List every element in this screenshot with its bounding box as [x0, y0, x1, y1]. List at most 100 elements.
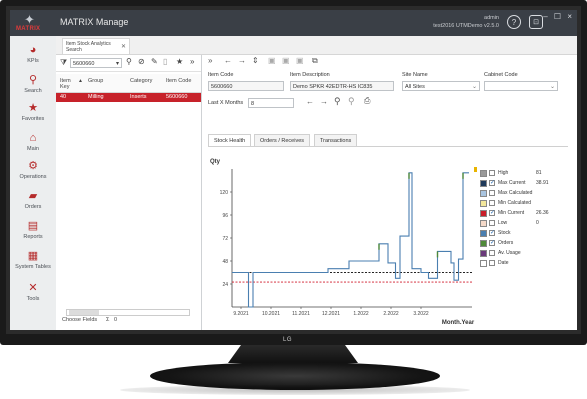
window-controls[interactable]: – ☐ × [543, 12, 574, 21]
sidebar-item-reports[interactable]: ▤ Reports [10, 220, 56, 240]
tab-subtitle: Search [66, 47, 82, 53]
sum-icon[interactable]: Σ [106, 317, 109, 323]
dropdown-arrow-icon[interactable]: ▾ [116, 60, 119, 67]
help-icon[interactable]: ? [507, 15, 521, 29]
sidebar-item-system-tables[interactable]: ▦ System Tables [10, 250, 56, 270]
legend-entry[interactable]: ✓ Stock [480, 229, 568, 239]
chevron-down-icon[interactable]: ⌄ [550, 82, 555, 92]
col-group[interactable]: Group [88, 78, 103, 84]
legend-swatch [480, 250, 487, 257]
next-period-icon[interactable]: → [320, 97, 328, 106]
table-row[interactable]: 40 Milling Inserts 5600660 [56, 93, 201, 102]
item-code-field[interactable]: 5600660 [208, 81, 284, 91]
legend-checkbox[interactable] [489, 200, 495, 206]
cabinet-code-select[interactable]: ⌄ [484, 81, 558, 91]
sidebar-item-label: Tools [26, 296, 40, 302]
horizontal-scrollbar[interactable] [66, 309, 190, 316]
legend-checkbox[interactable] [489, 220, 495, 226]
legend-checkbox[interactable]: ✓ [489, 230, 495, 236]
save-as-icon[interactable]: ▣ [282, 56, 290, 65]
col-item-key[interactable]: Item Key [60, 78, 78, 90]
back-arrow-icon[interactable]: ← [224, 56, 232, 65]
site-name-select[interactable]: All Sites ⌄ [402, 81, 480, 91]
cell-item-key: 40 [60, 94, 67, 100]
expand-icon[interactable]: » [208, 56, 212, 65]
x-tick-label: 11.2021 [292, 311, 310, 317]
sidebar-item-search[interactable]: ⚲ Search [10, 74, 56, 94]
search-icon[interactable]: ⚲ [126, 57, 132, 66]
sidebar-item-label: Orders [24, 204, 42, 210]
star-icon: ★ [28, 102, 38, 114]
legend-value: 26.36 [536, 210, 549, 216]
legend-entry[interactable]: ✓ Max Current 38.91 [480, 179, 568, 189]
legend-checkbox[interactable] [489, 190, 495, 196]
save-icon[interactable]: ▣ [268, 56, 276, 65]
user-info[interactable]: admin test2016 UTMDemo v2.5.0 [433, 14, 499, 30]
lock-icon[interactable]: ⊡ [529, 15, 543, 29]
legend-checkbox[interactable]: ✓ [489, 180, 495, 186]
logo-brand-text: MATRIX [16, 26, 41, 32]
filter-icon[interactable]: ⧩ [60, 58, 67, 68]
legend-entry[interactable]: High 81 [480, 169, 568, 179]
legend-swatch [480, 210, 487, 217]
clear-icon[interactable]: ⊘ [138, 57, 145, 66]
sidebar-item-operations[interactable]: ⚙ Operations [10, 160, 56, 180]
collapse-icon[interactable]: » [190, 57, 194, 66]
legend-swatch [480, 260, 487, 267]
legend-entry[interactable]: ✓ Orders [480, 239, 568, 249]
close-tab-icon[interactable]: ✕ [121, 44, 126, 50]
zoom-out-icon[interactable]: ⚲ [348, 96, 355, 107]
legend-label: Stock [498, 230, 511, 236]
sidebar-item-favorites[interactable]: ★ Favorites [10, 102, 56, 122]
col-category[interactable]: Category [130, 78, 152, 84]
report-icon: ▤ [27, 220, 39, 232]
user-detail: test2016 UTMDemo v2.5.0 [433, 23, 499, 29]
delete-icon[interactable]: ▯ [163, 57, 167, 66]
cell-category: Inserts [130, 94, 147, 100]
monitor-brand-logo: LG [283, 337, 293, 343]
legend-entry[interactable]: Min Calculated [480, 199, 568, 209]
monitor-stand-neck [228, 345, 358, 363]
analytics-toolbar: » ← → ⇕ ▣ ▣ ▣ ⧉ [202, 55, 577, 69]
item-code-label: Item Code [208, 72, 234, 78]
chevron-down-icon[interactable]: ⌄ [472, 82, 477, 92]
legend-checkbox[interactable]: ✓ [489, 210, 495, 216]
open-external-icon[interactable]: ⧉ [312, 56, 318, 66]
legend-entry[interactable]: Av. Usage [480, 249, 568, 259]
gears-icon: ⚙ [28, 160, 38, 172]
legend-entry[interactable]: ✓ Min Current 26.36 [480, 209, 568, 219]
sort-asc-icon[interactable]: ▲ [78, 78, 83, 84]
search-toolbar: ⧩ 5600660 ▾ ⚲ ⊘ ✎ ▯ ★ » [56, 55, 201, 72]
legend-entry[interactable]: Max Calculated [480, 189, 568, 199]
item-description-field[interactable]: Demo SPKR 42EDTR-HS IC835 [290, 81, 394, 91]
legend-checkbox[interactable]: ✓ [489, 240, 495, 246]
zoom-in-icon[interactable]: ⚲ [334, 96, 341, 107]
refresh-icon[interactable]: ⇕ [252, 56, 259, 65]
prev-period-icon[interactable]: ← [306, 97, 314, 106]
last-months-input[interactable]: 8 [248, 98, 294, 108]
legend-entry[interactable]: Low 0 [480, 219, 568, 229]
legend-entry[interactable]: Date [480, 259, 568, 269]
col-item-code[interactable]: Item Code [166, 78, 191, 84]
search-input[interactable]: 5600660 [70, 58, 122, 68]
sidebar-item-orders[interactable]: ▰ Orders [10, 190, 56, 210]
y-axis-label: Qty [210, 159, 221, 165]
print-icon[interactable]: ⎙ [364, 96, 370, 106]
edit-icon[interactable]: ✎ [151, 57, 158, 66]
document-tabstrip: Item Stock Analytics Search ✕ [56, 36, 577, 55]
scrollbar-thumb[interactable] [69, 310, 99, 315]
sidebar-item-main[interactable]: ⌂ Main [10, 132, 56, 152]
legend-checkbox[interactable] [489, 260, 495, 266]
sidebar-item-kpis[interactable]: ◕ KPIs [10, 44, 56, 64]
save-close-icon[interactable]: ▣ [296, 56, 304, 65]
choose-fields-link[interactable]: Choose Fields [62, 317, 97, 323]
sidebar-item-tools[interactable]: ✕ Tools [10, 282, 56, 302]
tab-item-stock-analytics[interactable]: Item Stock Analytics Search ✕ [62, 38, 130, 54]
legend-swatch [480, 240, 487, 247]
legend-checkbox[interactable] [489, 250, 495, 256]
favorite-star-icon[interactable]: ★ [176, 57, 183, 66]
legend-checkbox[interactable] [489, 170, 495, 176]
app-screen: ✦ MATRIX MATRIX Manage admin test2016 UT… [10, 10, 577, 330]
forward-arrow-icon[interactable]: → [238, 56, 246, 65]
pie-chart-icon: ◕ [29, 44, 37, 56]
